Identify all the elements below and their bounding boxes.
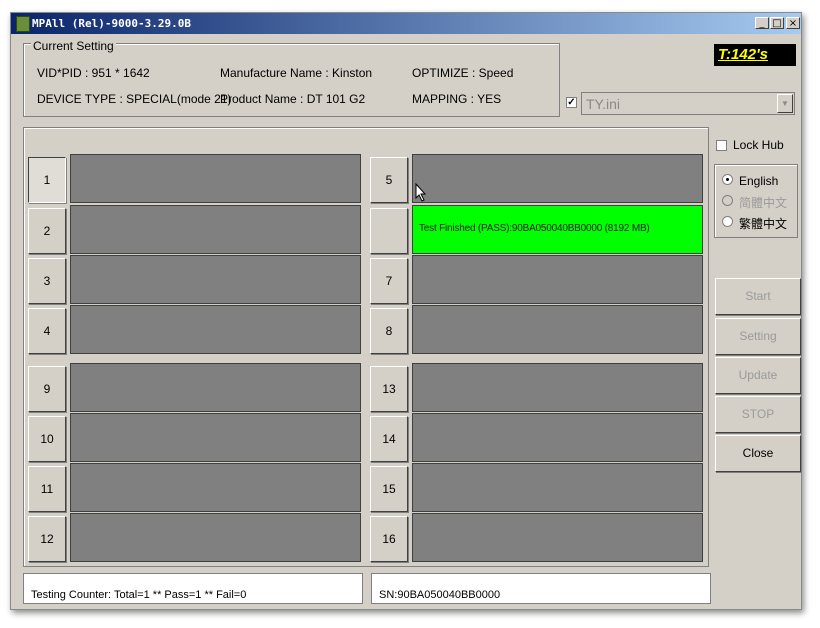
mpall-window: MPAll (Rel)-9000-3.29.0B _ □ × Current S… xyxy=(10,12,802,610)
slot-button[interactable]: 1 xyxy=(28,157,66,203)
slot-status xyxy=(70,305,361,354)
elapsed-timer: T:142's xyxy=(714,44,796,66)
language-label-traditional: 繁體中文 xyxy=(739,217,788,231)
start-button[interactable]: Start xyxy=(715,278,801,315)
slot-status xyxy=(70,255,361,304)
slot-button[interactable]: 5 xyxy=(370,157,408,203)
mapping-label: MAPPING : YES xyxy=(412,92,502,106)
slot-button[interactable]: 12 xyxy=(28,516,66,562)
title-bar[interactable]: MPAll (Rel)-9000-3.29.0B _ □ × xyxy=(11,13,801,34)
vid-pid-label: VID*PID : 951 * 1642 xyxy=(37,66,150,80)
app-icon xyxy=(16,16,30,32)
slot-button[interactable]: 8 xyxy=(370,308,408,354)
optimize-label: OPTIMIZE : Speed xyxy=(412,66,514,80)
slot-status: Test Finished (PASS):90BA050040BB0000 (8… xyxy=(412,205,703,254)
slot-button[interactable]: 3 xyxy=(28,258,66,304)
slot-status xyxy=(412,463,703,512)
mouse-cursor-icon xyxy=(415,183,427,202)
slot-status xyxy=(412,363,703,412)
language-label-simplified: 简體中文 xyxy=(739,196,788,210)
testing-counter-box: Testing Counter: Total=1 ** Pass=1 ** Fa… xyxy=(23,573,363,604)
slot-status xyxy=(412,413,703,462)
ini-checkbox[interactable]: ✓ xyxy=(566,97,577,108)
slot-status xyxy=(412,255,703,304)
language-radio-traditional[interactable] xyxy=(722,216,733,227)
slot-status-text: Test Finished (PASS):90BA050040BB0000 (8… xyxy=(419,223,650,234)
slot-status xyxy=(412,513,703,562)
slot-button[interactable]: 9 xyxy=(28,366,66,412)
close-button[interactable]: Close xyxy=(715,435,801,472)
slot-status xyxy=(70,413,361,462)
close-window-button[interactable]: × xyxy=(786,17,800,29)
slot-button[interactable]: 2 xyxy=(28,208,66,254)
slot-button[interactable]: 4 xyxy=(28,308,66,354)
lock-hub-checkbox[interactable] xyxy=(716,140,727,151)
update-button[interactable]: Update xyxy=(715,357,801,394)
setting-button[interactable]: Setting xyxy=(715,318,801,355)
slot-status xyxy=(70,154,361,203)
window-title: MPAll (Rel)-9000-3.29.0B xyxy=(32,17,191,30)
slot-button[interactable]: 16 xyxy=(370,516,408,562)
slot-status xyxy=(70,205,361,254)
current-setting-legend: Current Setting xyxy=(31,39,116,53)
manufacture-name-label: Manufacture Name : Kinston xyxy=(220,66,373,80)
slot-status xyxy=(70,463,361,512)
product-name-label: Product Name : DT 101 G2 xyxy=(220,92,366,106)
ini-select-value: TY.ini xyxy=(586,96,620,112)
language-radio-english[interactable] xyxy=(722,174,733,185)
maximize-button[interactable]: □ xyxy=(770,17,784,29)
language-radio-simplified xyxy=(722,195,733,206)
slot-status xyxy=(412,154,703,203)
lock-hub-label: Lock Hub xyxy=(733,138,784,152)
device-type-label: DEVICE TYPE : SPECIAL(mode 21) xyxy=(37,92,232,106)
ini-select[interactable]: TY.ini ▼ xyxy=(581,92,795,115)
language-label-english: English xyxy=(739,174,779,188)
slot-button[interactable]: 11 xyxy=(28,466,66,512)
testing-counter: Testing Counter: Total=1 ** Pass=1 ** Fa… xyxy=(31,589,247,601)
chevron-down-icon[interactable]: ▼ xyxy=(777,94,793,113)
slot-status xyxy=(70,363,361,412)
serial-number-box: SN:90BA050040BB0000 xyxy=(371,573,711,604)
slot-button[interactable]: 15 xyxy=(370,466,408,512)
minimize-button[interactable]: _ xyxy=(755,17,769,29)
slot-button[interactable]: 10 xyxy=(28,416,66,462)
slot-status xyxy=(70,513,361,562)
slot-button[interactable] xyxy=(370,208,408,254)
stop-button[interactable]: STOP xyxy=(715,396,801,433)
serial-number: SN:90BA050040BB0000 xyxy=(379,589,501,601)
slot-button[interactable]: 14 xyxy=(370,416,408,462)
slot-status xyxy=(412,305,703,354)
slot-button[interactable]: 13 xyxy=(370,366,408,412)
slot-button[interactable]: 7 xyxy=(370,258,408,304)
